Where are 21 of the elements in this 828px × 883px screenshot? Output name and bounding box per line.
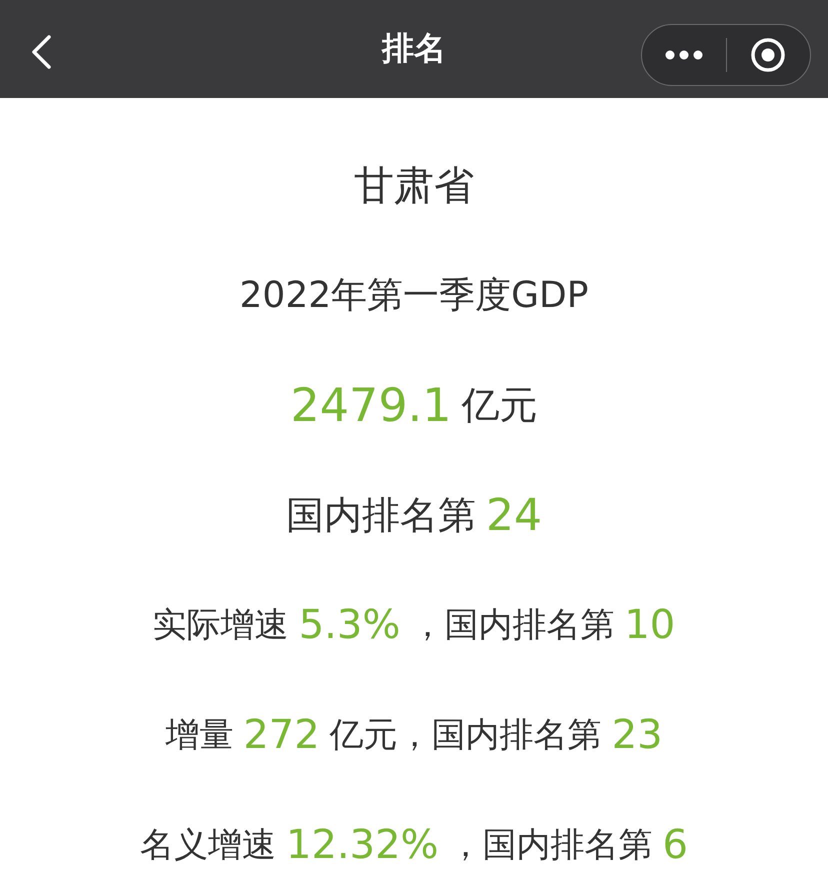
stat-value: 2479.1 <box>290 378 452 432</box>
stat-label: ，国内排名第 <box>448 824 653 867</box>
back-icon[interactable] <box>30 35 52 69</box>
stat-value: 272 <box>243 712 320 758</box>
stat-label: ，国内排名第 <box>410 604 614 647</box>
stat-label: 亿元 <box>461 382 538 428</box>
stat-label: 甘肃省 <box>354 162 474 210</box>
stat-label: 实际增速 <box>152 604 289 647</box>
stat-label: 国内排名第 <box>286 492 476 538</box>
stat-label: 名义增速 <box>140 824 276 867</box>
stat-label: 2022年第一季度GDP <box>240 274 588 318</box>
stat-value: 6 <box>662 822 688 868</box>
stat-label: 增量 <box>165 714 234 757</box>
stat-value: 24 <box>486 490 542 540</box>
stat-value: 12.32% <box>286 822 439 868</box>
page-title: 排名 <box>382 28 446 69</box>
stat-value: 5.3% <box>298 602 400 648</box>
more-icon[interactable] <box>664 50 704 60</box>
stat-value: 10 <box>624 602 676 648</box>
stat-label: 亿元，国内排名第 <box>330 714 602 757</box>
stat-value: 23 <box>612 712 663 758</box>
